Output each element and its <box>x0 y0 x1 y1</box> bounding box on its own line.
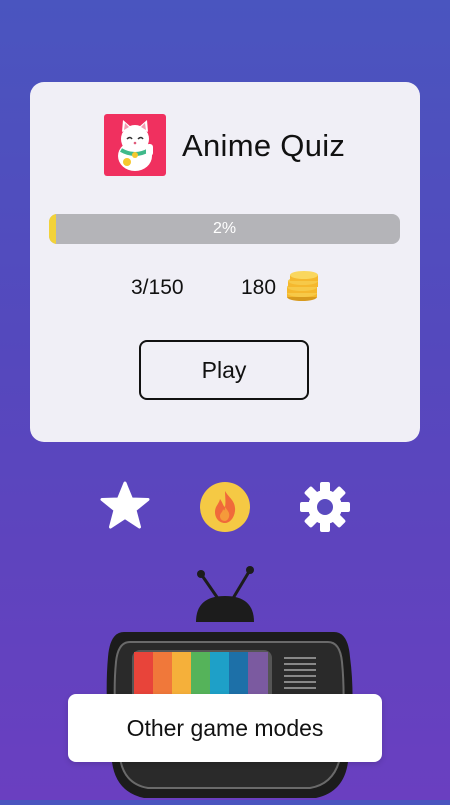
quiz-card: Anime Quiz 2% 3/150 180 Play <box>30 82 420 442</box>
lucky-cat-icon <box>104 114 166 176</box>
retro-tv-icon <box>104 562 354 800</box>
app-title: Anime Quiz <box>182 128 346 163</box>
other-game-modes-button[interactable]: Other game modes <box>68 694 382 762</box>
progress-bar: 2% <box>49 214 400 244</box>
gear-icon[interactable] <box>298 480 352 534</box>
levels-count: 3/150 <box>131 276 184 299</box>
progress-label: 2% <box>212 220 237 237</box>
play-button[interactable]: Play <box>139 340 309 400</box>
coins-count: 180 <box>241 276 277 299</box>
coins-stack-icon <box>284 269 320 303</box>
fire-icon[interactable] <box>198 480 252 534</box>
star-icon[interactable] <box>98 480 152 534</box>
